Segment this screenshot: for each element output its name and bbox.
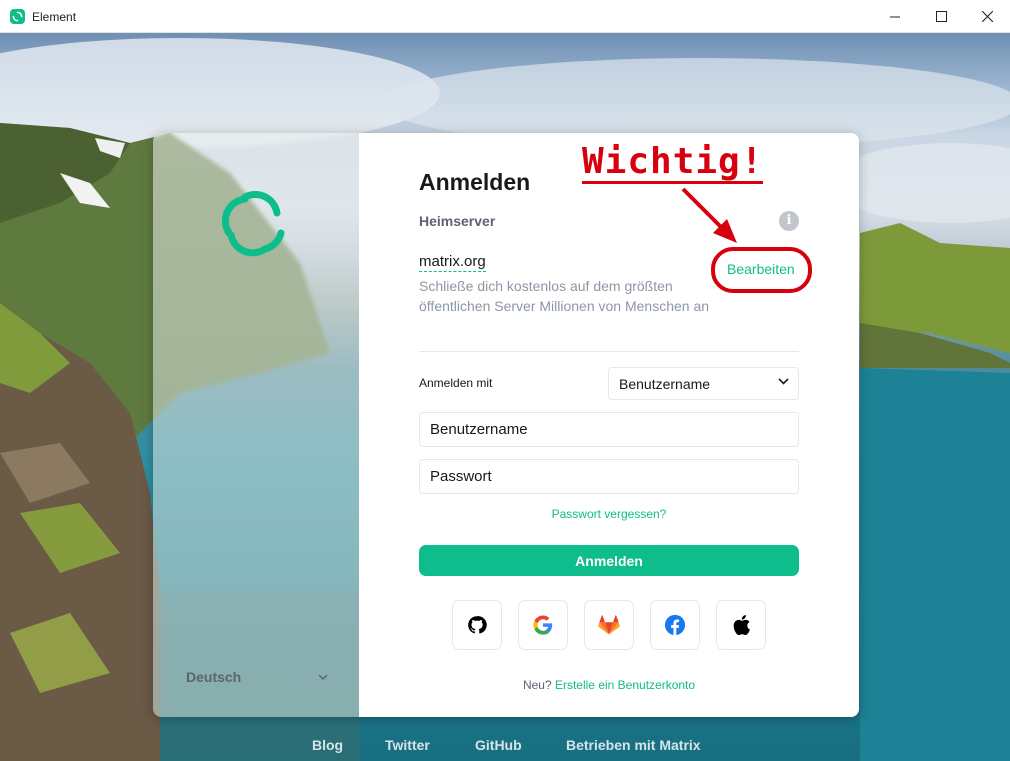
login-method-select[interactable]: Benutzername bbox=[608, 367, 799, 400]
chevron-down-icon bbox=[318, 674, 328, 680]
login-method-value: Benutzername bbox=[619, 376, 711, 392]
gitlab-icon bbox=[598, 615, 620, 635]
sign-in-button[interactable]: Anmelden bbox=[419, 545, 799, 576]
homeserver-label: Heimserver bbox=[419, 213, 496, 229]
language-select[interactable]: Deutsch bbox=[186, 667, 328, 687]
footer-link-blog[interactable]: Blog bbox=[312, 737, 343, 753]
language-label: Deutsch bbox=[186, 669, 242, 685]
facebook-icon bbox=[664, 614, 686, 636]
element-logo-icon bbox=[221, 190, 285, 257]
window-titlebar: Element bbox=[0, 0, 1010, 33]
sso-apple-button[interactable] bbox=[716, 600, 766, 650]
window-title: Element bbox=[32, 10, 77, 24]
annotation-highlight-ring bbox=[711, 247, 812, 293]
sso-facebook-button[interactable] bbox=[650, 600, 700, 650]
login-form-panel: Anmelden Heimserver i matrix.org Schließ… bbox=[359, 133, 859, 717]
google-icon bbox=[533, 615, 553, 635]
footer-link-matrix[interactable]: Betrieben mit Matrix bbox=[566, 737, 701, 753]
element-app-icon bbox=[10, 9, 25, 24]
sso-github-button[interactable] bbox=[452, 600, 502, 650]
homeserver-description: Schließe dich kostenlos auf dem größten … bbox=[419, 278, 710, 314]
sso-google-button[interactable] bbox=[518, 600, 568, 650]
apple-icon bbox=[733, 615, 750, 636]
github-icon bbox=[468, 616, 487, 634]
maximize-button[interactable] bbox=[918, 0, 964, 33]
username-input[interactable] bbox=[419, 412, 799, 447]
annotation-label: Wichtig! bbox=[582, 141, 764, 184]
login-with-label: Anmelden mit bbox=[419, 376, 493, 390]
chevron-down-icon bbox=[778, 378, 789, 385]
annotation-arrow-icon bbox=[681, 187, 737, 243]
minimize-button[interactable] bbox=[872, 0, 918, 33]
signup-prompt: Neu? Erstelle ein Benutzerkonto bbox=[419, 678, 799, 692]
password-input[interactable] bbox=[419, 459, 799, 494]
footer-link-github[interactable]: GitHub bbox=[475, 737, 522, 753]
sso-buttons bbox=[452, 600, 766, 650]
signup-prefix: Neu? bbox=[522, 678, 552, 692]
footer-link-twitter[interactable]: Twitter bbox=[385, 737, 430, 753]
homeserver-name: matrix.org bbox=[419, 253, 486, 272]
create-account-link[interactable]: Erstelle ein Benutzerkonto bbox=[555, 678, 695, 692]
sso-gitlab-button[interactable] bbox=[584, 600, 634, 650]
login-dialog: Deutsch Anmelden Heimserver i matrix.org… bbox=[153, 133, 859, 717]
footer-links: Blog Twitter GitHub Betrieben mit Matrix bbox=[0, 737, 1010, 757]
page-title: Anmelden bbox=[419, 169, 531, 195]
forgot-password-link[interactable]: Passwort vergessen? bbox=[419, 507, 799, 521]
close-window-button[interactable] bbox=[964, 0, 1010, 33]
divider bbox=[419, 351, 799, 352]
info-icon[interactable]: i bbox=[779, 211, 799, 231]
auth-sidebar: Deutsch bbox=[153, 133, 359, 717]
